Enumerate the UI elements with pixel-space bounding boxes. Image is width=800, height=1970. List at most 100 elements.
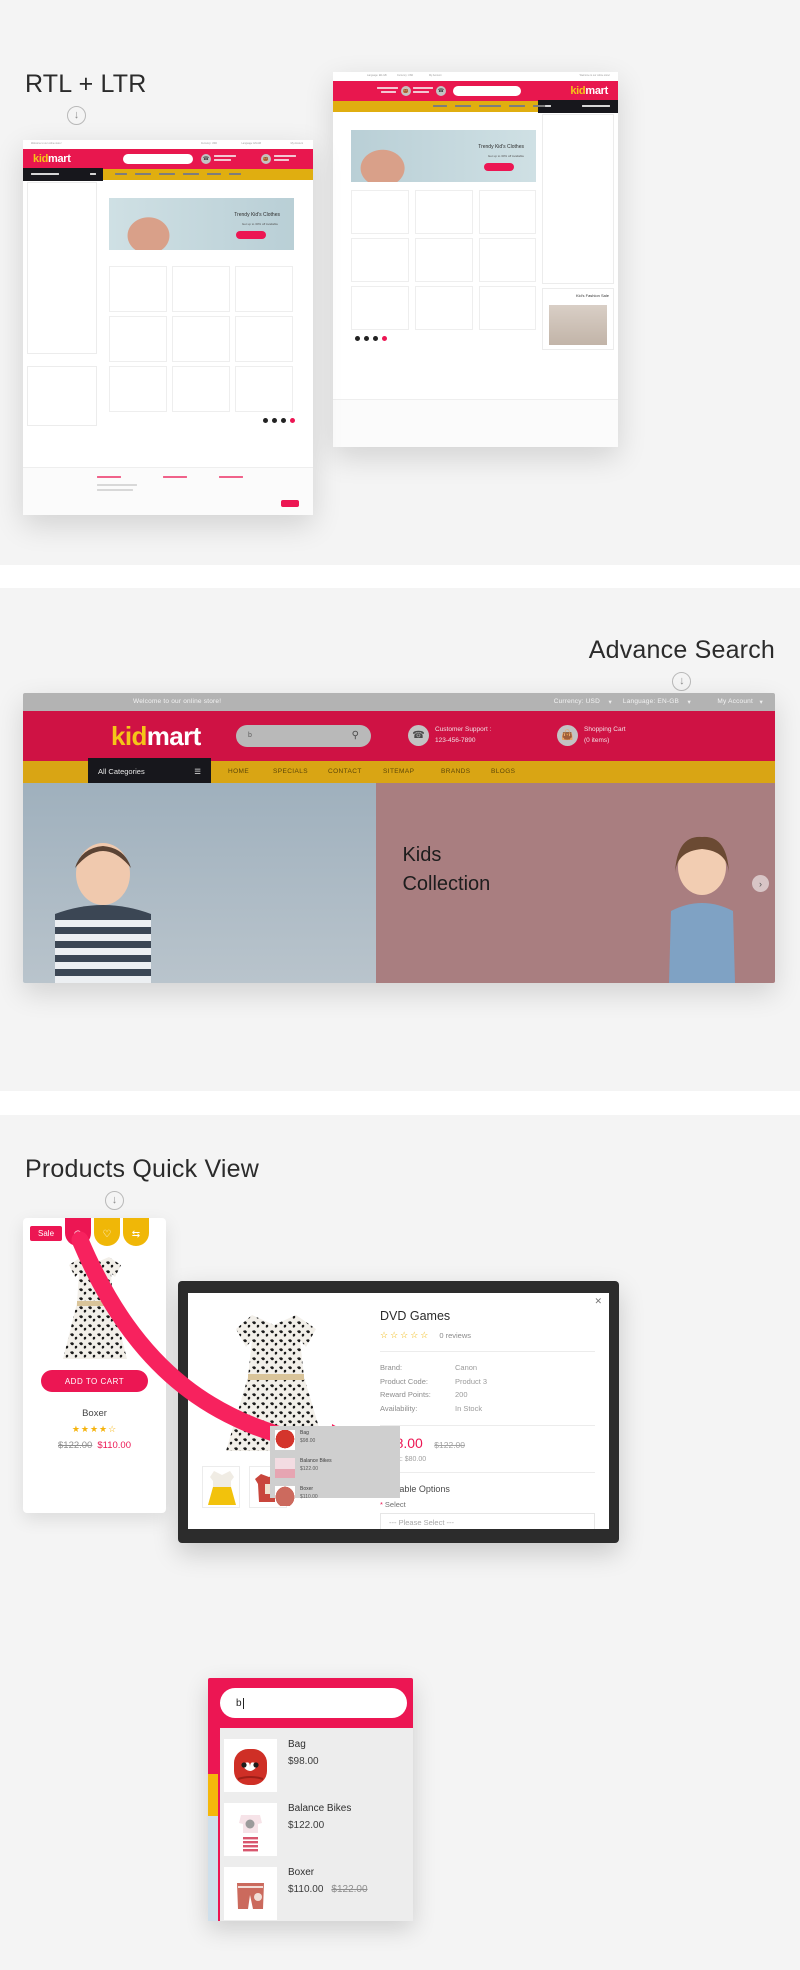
product-card[interactable]: Sale ◉ ♡ ⇆ ADD TO CART Boxer ★★★★☆ $122.… bbox=[23, 1218, 166, 1513]
compare-icon[interactable]: ⇆ bbox=[123, 1218, 149, 1246]
section-advance-search: Advance Search ↓ Welcome to our online s… bbox=[0, 588, 800, 1921]
rtl-language: Language: EN-GB bbox=[367, 74, 387, 77]
suggestion-row[interactable]: Balance Bikes $122.00 bbox=[270, 1454, 400, 1482]
search-suggestions-background: Bag $98.00 Balance Bikes $122.00 Boxer $… bbox=[270, 1426, 400, 1506]
result-name: Balance Bikes bbox=[288, 1803, 352, 1814]
advance-search-dropdown: b Bag $98.00 Balance Bikes $122.00 Boxer… bbox=[208, 1678, 413, 1921]
suggestion-row[interactable]: Boxer $110.00 bbox=[270, 1482, 400, 1510]
shopping-cart[interactable]: 👜 Shopping Cart (0 items) bbox=[557, 725, 626, 746]
spec-value: Canon bbox=[455, 1362, 478, 1372]
product-thumbnail bbox=[275, 1430, 295, 1450]
spec-value: Product 3 bbox=[455, 1376, 488, 1386]
rtl-currency: Currency: USD bbox=[397, 74, 414, 77]
rtl-carousel-dots[interactable] bbox=[355, 336, 387, 341]
add-to-cart-button[interactable]: ADD TO CART bbox=[41, 1370, 148, 1392]
nav-item-home[interactable]: HOME bbox=[228, 768, 249, 775]
ltr-storefront-screenshot: Welcome to our online store! Currency: U… bbox=[23, 140, 313, 515]
search-result-item[interactable]: Balance Bikes $122.00 bbox=[220, 1792, 413, 1856]
spec-key: Product Code: bbox=[380, 1376, 428, 1386]
sale-badge: Sale bbox=[30, 1226, 63, 1241]
girl-photo bbox=[668, 836, 735, 983]
backpack-icon bbox=[234, 1749, 267, 1785]
rtl-search-input[interactable] bbox=[453, 86, 521, 96]
down-arrow-icon: ↓ bbox=[67, 106, 86, 125]
my-account-menu[interactable]: My Account bbox=[717, 698, 753, 705]
nav-item-contact[interactable]: CONTACT bbox=[328, 768, 362, 775]
rtl-logo[interactable]: kidmart bbox=[570, 85, 608, 97]
currency-selector[interactable]: Currency: USD bbox=[554, 698, 600, 705]
header-search-input[interactable]: b ⚲ bbox=[236, 725, 371, 747]
spec-row: Reward Points: 200 bbox=[380, 1388, 595, 1402]
ex-tax: Ex Tax: $80.00 bbox=[380, 1455, 427, 1463]
search-result-item[interactable]: Bag $98.00 bbox=[220, 1728, 413, 1792]
rtl-banner-button[interactable] bbox=[484, 163, 514, 171]
spec-key: Brand: bbox=[380, 1362, 403, 1372]
search-icon[interactable]: ⚲ bbox=[352, 730, 359, 741]
chevron-right-icon[interactable]: › bbox=[751, 875, 769, 892]
rtl-banner-title: Trendy Kid's Clothes bbox=[478, 144, 524, 150]
ltr-carousel-dots[interactable] bbox=[263, 418, 295, 423]
product-price: $122.00 $110.00 bbox=[23, 1440, 166, 1451]
pajama-set-icon bbox=[239, 1815, 262, 1852]
site-logo[interactable]: kidmart bbox=[111, 721, 201, 752]
language-selector[interactable]: Language: EN-GB bbox=[623, 698, 679, 705]
nav-item-specials[interactable]: SPECIALS bbox=[273, 768, 308, 775]
rtl-storefront-screenshot: Welcome to our online store! Language: E… bbox=[333, 72, 618, 447]
close-icon[interactable]: ✕ bbox=[594, 1296, 602, 1307]
chevron-down-icon: ▾ bbox=[608, 699, 612, 706]
search-result-item[interactable]: Boxer $110.00 $122.00 bbox=[220, 1856, 413, 1920]
rtl-account: My Account bbox=[429, 74, 442, 77]
suggestion-row[interactable]: Bag $98.00 bbox=[270, 1426, 400, 1454]
option-select[interactable]: --- Please Select --- bbox=[380, 1512, 595, 1529]
search-input-zoomed[interactable]: b bbox=[220, 1688, 407, 1718]
hero-heading: Kids Collection bbox=[402, 841, 490, 899]
search-typed-value: b bbox=[248, 732, 252, 739]
product-thumbnail bbox=[224, 1739, 277, 1792]
result-name: Boxer bbox=[288, 1867, 315, 1878]
divider bbox=[380, 1351, 595, 1352]
product-rating-stars: ★★★★☆ bbox=[71, 1424, 118, 1434]
ltr-hero-banner: Trendy Kid's Clothes Get up to 30% off A… bbox=[109, 198, 294, 250]
nav-item-brands[interactable]: BRANDS bbox=[441, 768, 471, 775]
ltr-banner-button[interactable] bbox=[236, 231, 266, 239]
suggestion-price: $110.00 bbox=[300, 1493, 318, 1500]
ltr-all-categories[interactable] bbox=[23, 168, 103, 181]
boy-photo bbox=[55, 843, 151, 983]
reviews-count[interactable]: 0 reviews bbox=[439, 1331, 471, 1340]
gallery-thumb[interactable] bbox=[202, 1466, 240, 1508]
suggestion-price: $98.00 bbox=[300, 1437, 316, 1444]
section-heading-rtl-ltr: RTL + LTR ↓ bbox=[25, 70, 147, 125]
yellow-dress-icon bbox=[208, 1471, 236, 1505]
search-results-list: Bag $98.00 Balance Bikes $122.00 Boxer $… bbox=[220, 1728, 413, 1921]
customer-support[interactable]: ☎ Customer Support : 123-456-7890 bbox=[408, 725, 491, 746]
hero-right-panel: Kids Collection › bbox=[376, 783, 775, 983]
topbar: Welcome to our online store! Currency: U… bbox=[23, 693, 775, 711]
section-title: Advance Search bbox=[588, 636, 775, 664]
new-price: $110.00 bbox=[97, 1440, 131, 1451]
ltr-search-input[interactable] bbox=[123, 154, 193, 164]
wishlist-icon[interactable]: ♡ bbox=[94, 1218, 120, 1246]
phone-icon: ☎ bbox=[408, 725, 429, 746]
product-thumbnail bbox=[224, 1867, 277, 1920]
support-label: Customer Support : bbox=[435, 726, 492, 734]
ltr-banner-title: Trendy Kid's Clothes bbox=[234, 212, 280, 218]
support-phone: 123-456-7890 bbox=[435, 736, 476, 744]
nav-item-sitemap[interactable]: SITEMAP bbox=[383, 768, 414, 775]
phone-icon: ☎ bbox=[201, 154, 211, 164]
all-categories-button[interactable]: All Categories ☰ bbox=[88, 758, 211, 784]
divider bbox=[380, 1471, 595, 1473]
result-price: $110.00 $122.00 bbox=[288, 1884, 368, 1895]
quick-view-icon[interactable]: ◉ bbox=[65, 1218, 91, 1246]
section-heading-quick-view: Products Quick View ↓ bbox=[25, 1155, 259, 1210]
cart-label: Shopping Cart bbox=[584, 726, 626, 734]
section-divider-2 bbox=[0, 1091, 800, 1115]
rtl-all-categories[interactable] bbox=[538, 100, 618, 113]
ltr-logo[interactable]: kidmart bbox=[33, 153, 71, 165]
ltr-footer bbox=[23, 467, 313, 515]
rtl-welcome-text: Welcome to our online store! bbox=[579, 74, 610, 77]
nav-item-blogs[interactable]: BLOGS bbox=[491, 768, 515, 775]
spec-key: Availability: bbox=[380, 1404, 418, 1414]
rtl-category-sidebar[interactable] bbox=[542, 114, 614, 284]
ltr-category-sidebar[interactable] bbox=[27, 182, 97, 354]
suggestion-name: Boxer bbox=[300, 1486, 314, 1492]
